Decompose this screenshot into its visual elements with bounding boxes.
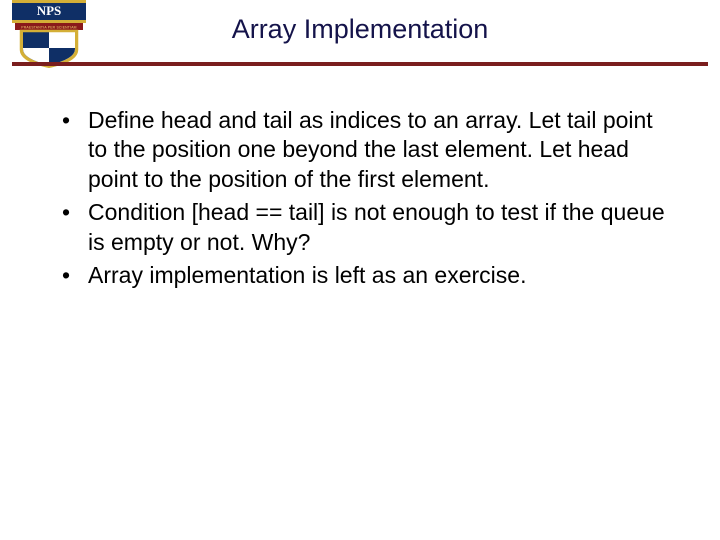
bullet-item: Define head and tail as indices to an ar…: [58, 106, 670, 194]
title-underline: [12, 62, 708, 66]
slide-body: Define head and tail as indices to an ar…: [58, 106, 670, 295]
slide-title: Array Implementation: [0, 14, 720, 45]
bullet-item: Condition [head == tail] is not enough t…: [58, 198, 670, 257]
slide: NPS PRAESTANTIA PER SCIENTIAM Array Impl…: [0, 0, 720, 540]
bullet-item: Array implementation is left as an exerc…: [58, 261, 670, 290]
